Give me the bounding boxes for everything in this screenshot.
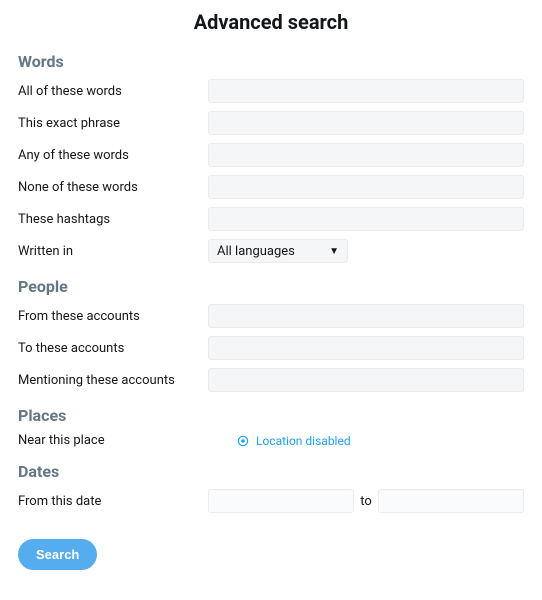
section-places-header: Places	[18, 406, 524, 425]
label-none-words: None of these words	[18, 180, 208, 195]
input-date-from[interactable]	[208, 489, 354, 513]
label-exact-phrase: This exact phrase	[18, 116, 208, 131]
label-to-accounts: To these accounts	[18, 341, 208, 356]
input-none-words[interactable]	[208, 175, 524, 199]
label-near-place: Near this place	[18, 433, 208, 448]
label-from-date: From this date	[18, 494, 208, 509]
label-any-words: Any of these words	[18, 148, 208, 163]
section-dates-header: Dates	[18, 462, 524, 481]
input-exact-phrase[interactable]	[208, 111, 524, 135]
search-button[interactable]: Search	[18, 539, 97, 570]
input-to-accounts[interactable]	[208, 336, 524, 360]
label-from-accounts: From these accounts	[18, 309, 208, 324]
input-all-words[interactable]	[208, 79, 524, 103]
label-all-words: All of these words	[18, 84, 208, 99]
input-any-words[interactable]	[208, 143, 524, 167]
location-status-text: Location disabled	[256, 434, 351, 448]
select-language-value: All languages	[217, 244, 295, 259]
input-date-to[interactable]	[378, 489, 524, 513]
input-from-accounts[interactable]	[208, 304, 524, 328]
section-words-header: Words	[18, 52, 524, 71]
label-mentioning-accounts: Mentioning these accounts	[18, 373, 208, 388]
input-hashtags[interactable]	[208, 207, 524, 231]
select-language[interactable]: All languages ▼	[208, 239, 348, 263]
chevron-down-icon: ▼	[329, 246, 339, 257]
page-title: Advanced search	[18, 10, 524, 34]
input-mentioning-accounts[interactable]	[208, 368, 524, 392]
label-hashtags: These hashtags	[18, 212, 208, 227]
location-icon	[236, 434, 250, 448]
label-date-to: to	[360, 494, 372, 509]
location-status[interactable]: Location disabled	[208, 434, 524, 448]
section-people-header: People	[18, 277, 524, 296]
label-written-in: Written in	[18, 244, 208, 259]
